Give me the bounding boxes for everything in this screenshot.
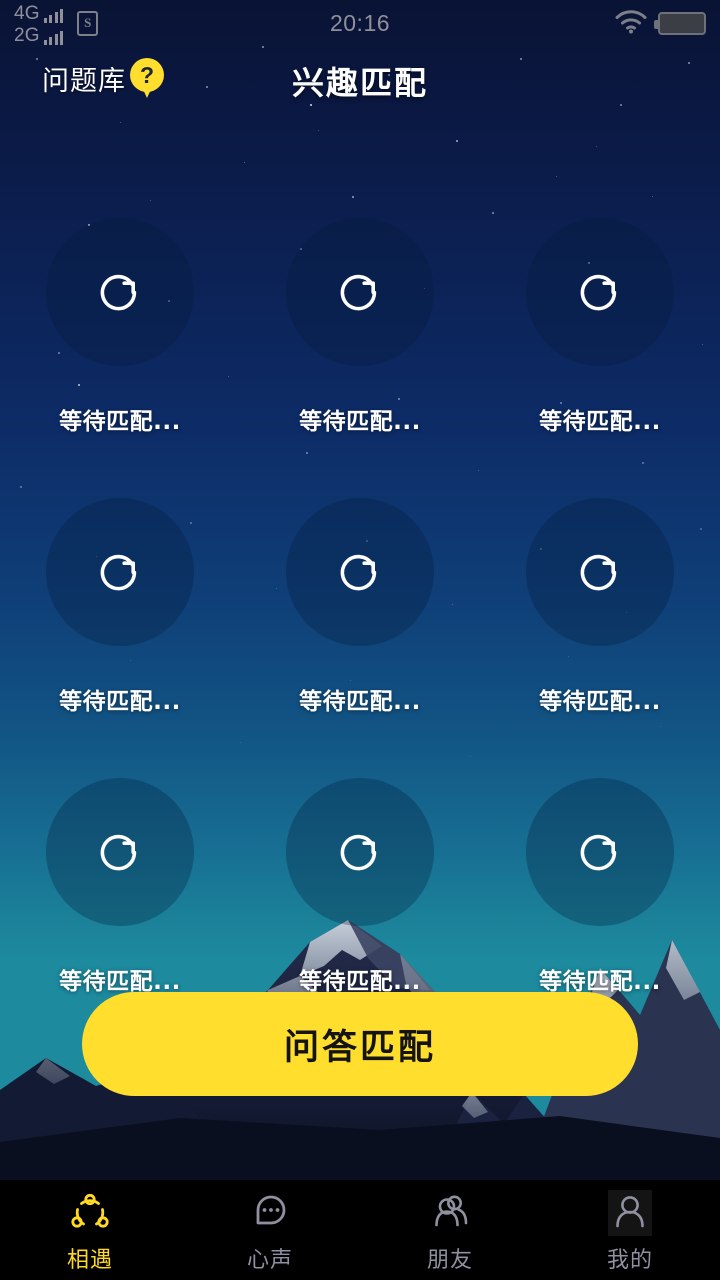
match-slot[interactable]: 等待匹配... (480, 778, 720, 996)
refresh-icon (340, 834, 377, 871)
match-slot-avatar-placeholder[interactable] (286, 218, 434, 366)
match-slot[interactable]: 等待匹配... (0, 778, 240, 996)
match-slot-avatar-placeholder[interactable] (526, 778, 674, 926)
match-slot-avatar-placeholder[interactable] (286, 498, 434, 646)
speech-bubble-dots-icon (248, 1190, 292, 1236)
refresh-icon (573, 545, 627, 599)
tab-person[interactable]: 我的 (540, 1180, 720, 1280)
match-slot-avatar-placeholder[interactable] (46, 498, 194, 646)
app-screen: 4G 2G S 20:16 问题库 ? 兴趣匹配 等待匹配... 等待匹配...… (0, 0, 720, 1280)
match-slot[interactable]: 等待匹配... (240, 498, 480, 716)
page-title: 兴趣匹配 (291, 64, 428, 102)
match-slot[interactable]: 等待匹配... (480, 498, 720, 716)
match-slot-avatar-placeholder[interactable] (526, 218, 674, 366)
match-slot-status: 等待匹配... (59, 409, 181, 435)
match-slot-status: 等待匹配... (299, 689, 421, 715)
refresh-icon (100, 834, 137, 871)
refresh-icon (340, 554, 377, 591)
tab-label: 我的 (606, 1248, 653, 1273)
refresh-icon (333, 825, 387, 879)
match-slot[interactable]: 等待匹配... (240, 218, 480, 436)
refresh-icon (340, 274, 377, 311)
match-slot-avatar-placeholder[interactable] (46, 778, 194, 926)
tab-speech-bubble-dots[interactable]: 心声 (180, 1180, 360, 1280)
tab-two-people[interactable]: 朋友 (360, 1180, 540, 1280)
refresh-icon (93, 825, 147, 879)
refresh-icon (573, 825, 627, 879)
match-slot-status: 等待匹配... (539, 969, 661, 995)
refresh-icon (100, 554, 137, 591)
two-people-icon (428, 1190, 472, 1236)
match-slot[interactable]: 等待匹配... (240, 778, 480, 996)
match-slot-status: 等待匹配... (299, 409, 421, 435)
bottom-tab-bar: 相遇 心声 朋友 我的 (0, 1180, 720, 1280)
match-slot-status: 等待匹配... (59, 689, 181, 715)
refresh-icon (100, 274, 137, 311)
match-slot-status: 等待匹配... (539, 689, 661, 715)
match-slot-avatar-placeholder[interactable] (46, 218, 194, 366)
refresh-icon (333, 265, 387, 319)
match-slot-status: 等待匹配... (59, 969, 181, 995)
refresh-icon (333, 545, 387, 599)
tab-label: 相遇 (66, 1248, 113, 1273)
refresh-icon (580, 834, 617, 871)
refresh-icon (580, 274, 617, 311)
match-slot-grid: 等待匹配... 等待匹配... 等待匹配... 等待匹配... 等待匹配... 等待匹配.… (0, 218, 720, 996)
match-slot[interactable]: 等待匹配... (0, 498, 240, 716)
refresh-icon (93, 265, 147, 319)
tab-label: 心声 (246, 1248, 293, 1273)
connection-nodes-icon (68, 1190, 112, 1236)
status-bar-right (614, 9, 706, 38)
battery-icon (654, 11, 706, 35)
match-slot[interactable]: 等待匹配... (480, 218, 720, 436)
refresh-icon (573, 265, 627, 319)
status-bar: 4G 2G S 20:16 (0, 0, 720, 46)
qa-match-button[interactable]: 问答匹配 (82, 992, 638, 1096)
match-slot-avatar-placeholder[interactable] (526, 498, 674, 646)
status-bar-clock: 20:16 (329, 9, 391, 36)
person-icon (608, 1190, 652, 1236)
refresh-icon (580, 554, 617, 591)
wifi-icon (614, 9, 648, 38)
tab-connection-nodes[interactable]: 相遇 (0, 1180, 180, 1280)
refresh-icon (93, 545, 147, 599)
match-slot-status: 等待匹配... (539, 409, 661, 435)
match-slot-status: 等待匹配... (299, 969, 421, 995)
match-slot-avatar-placeholder[interactable] (286, 778, 434, 926)
tab-label: 朋友 (426, 1248, 473, 1273)
match-slot[interactable]: 等待匹配... (0, 218, 240, 436)
page-header: 问题库 ? 兴趣匹配 (0, 50, 720, 120)
